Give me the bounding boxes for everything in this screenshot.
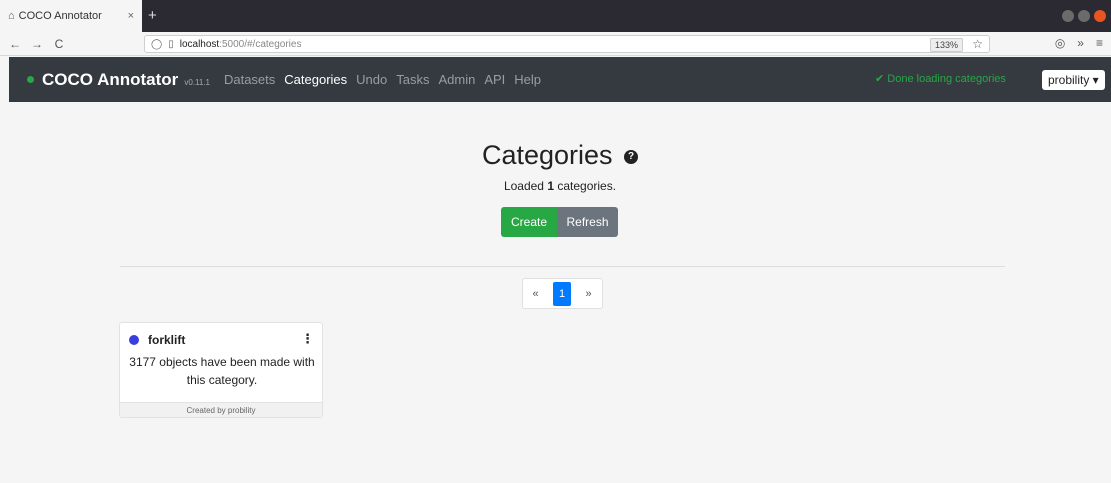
nav-datasets[interactable]: Datasets	[224, 72, 275, 87]
page-icon: ▯	[168, 38, 174, 50]
window-close-button[interactable]	[1094, 10, 1106, 22]
loaded-prefix: Loaded	[503, 179, 548, 193]
nav-categories[interactable]: Categories	[284, 72, 347, 87]
url-bar[interactable]: ◯ ▯ localhost:5000/#/categories 133% ☆	[144, 35, 990, 53]
loaded-suffix: categories.	[554, 179, 617, 193]
pagination-page-1[interactable]: 1	[553, 281, 571, 306]
bookmark-star-icon[interactable]: ☆	[972, 37, 983, 51]
page-title-text: Categories	[481, 140, 613, 170]
shield-icon: ◯	[151, 38, 163, 50]
app-favicon-icon: ⌂	[8, 10, 15, 22]
divider	[120, 266, 1005, 267]
url-path: :5000/#/categories	[219, 38, 302, 50]
nav-admin[interactable]: Admin	[438, 72, 475, 87]
zoom-indicator[interactable]: 133%	[929, 38, 963, 52]
loaded-summary: Loaded 1 categories.	[9, 179, 1111, 193]
category-color-icon	[129, 335, 139, 345]
action-button-group: Create Refresh	[501, 207, 618, 237]
create-button[interactable]: Create	[501, 207, 557, 237]
new-tab-button[interactable]: +	[148, 7, 157, 24]
browser-nav-bar: ← → C ◯ ▯ localhost:5000/#/categories 13…	[0, 32, 1111, 56]
page-title: Categories ?	[9, 140, 1111, 171]
app-brand[interactable]: COCO Annotator	[42, 70, 178, 90]
browser-tab[interactable]: ⌂ COCO Annotator ×	[0, 0, 142, 32]
pagination-prev-button[interactable]: «	[523, 288, 548, 300]
pagination-next-button[interactable]: »	[576, 288, 601, 300]
pocket-icon[interactable]: ◎	[1055, 36, 1065, 50]
back-icon[interactable]: ←	[4, 37, 26, 51]
category-name[interactable]: forklift	[148, 333, 185, 347]
category-description: 3177 objects have been made with this ca…	[129, 355, 315, 387]
category-footer: Created by probility	[120, 402, 322, 417]
forward-icon[interactable]: →	[26, 37, 48, 51]
user-dropdown-button[interactable]: probility ▾	[1042, 70, 1105, 90]
tab-close-icon[interactable]: ×	[128, 10, 134, 22]
app-version: v0.11.1	[184, 77, 210, 87]
window-minimize-button[interactable]	[1062, 10, 1074, 22]
pagination: « 1 »	[522, 278, 603, 309]
category-menu-icon[interactable]: ⋮	[301, 331, 314, 347]
main-content: Categories ? Loaded 1 categories. Create…	[9, 102, 1111, 483]
category-card[interactable]: forklift ⋮ 3177 objects have been made w…	[119, 322, 323, 418]
connection-status-icon	[27, 76, 34, 83]
url-host: localhost	[179, 38, 220, 50]
window-maximize-button[interactable]	[1078, 10, 1090, 22]
main-nav: Datasets Categories Undo Tasks Admin API…	[224, 72, 541, 87]
nav-api[interactable]: API	[484, 72, 505, 87]
refresh-button[interactable]: Refresh	[557, 207, 618, 237]
hamburger-menu-icon[interactable]: ≡	[1096, 36, 1103, 50]
app-header: COCO Annotator v0.11.1 Datasets Categori…	[9, 57, 1111, 102]
reload-icon[interactable]: C	[48, 37, 70, 51]
loading-status: ✔ Done loading categories	[875, 73, 1006, 85]
tab-title: COCO Annotator	[18, 10, 102, 22]
help-icon[interactable]: ?	[624, 149, 639, 164]
browser-tab-strip: ⌂ COCO Annotator × +	[0, 0, 1111, 32]
nav-tasks[interactable]: Tasks	[396, 72, 429, 87]
nav-help[interactable]: Help	[514, 72, 541, 87]
nav-undo[interactable]: Undo	[356, 72, 387, 87]
loaded-count: 1	[547, 179, 555, 193]
overflow-chevron-icon[interactable]: »	[1077, 36, 1084, 50]
